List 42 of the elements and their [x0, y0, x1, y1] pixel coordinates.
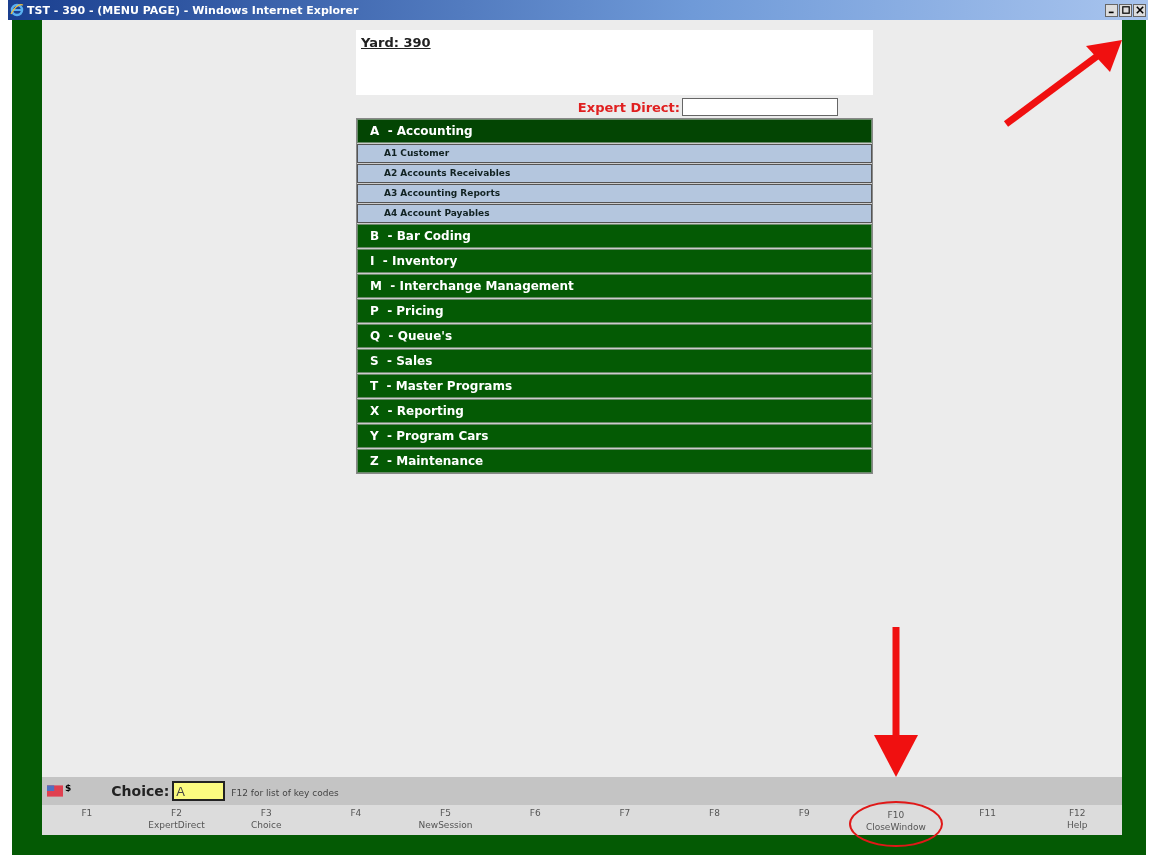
- close-icon: [1135, 6, 1144, 14]
- function-key[interactable]: F12 Help: [1032, 805, 1123, 835]
- function-key[interactable]: F11: [942, 805, 1033, 835]
- function-key[interactable]: F5 NewSession: [400, 805, 491, 835]
- hint-text: F12 for list of key codes: [231, 788, 339, 798]
- function-key[interactable]: F9: [759, 805, 850, 835]
- menu-header[interactable]: A - Accounting: [357, 119, 872, 143]
- menu-header[interactable]: P - Pricing: [357, 299, 872, 323]
- function-key[interactable]: F7: [580, 805, 670, 835]
- minimize-button[interactable]: [1105, 3, 1118, 17]
- choice-label: Choice:: [111, 783, 170, 799]
- function-key[interactable]: F1: [42, 805, 132, 835]
- function-key[interactable]: F4: [311, 805, 401, 835]
- function-key[interactable]: F3 Choice: [221, 805, 311, 835]
- menu-header[interactable]: S - Sales: [357, 349, 872, 373]
- menu-header[interactable]: T - Master Programs: [357, 374, 872, 398]
- menu-header[interactable]: X - Reporting: [357, 399, 872, 423]
- function-key[interactable]: F8: [669, 805, 760, 835]
- maximize-icon: [1121, 6, 1130, 14]
- flag-icon: [47, 785, 63, 797]
- expert-direct-label: Expert Direct:: [577, 99, 680, 115]
- menu-header[interactable]: Q - Queue's: [357, 324, 872, 348]
- menu-header[interactable]: Y - Program Cars: [357, 424, 872, 448]
- submenu-item[interactable]: A2 Accounts Receivables: [357, 164, 872, 183]
- browser-logo-icon: [10, 3, 24, 17]
- maximize-button[interactable]: [1119, 3, 1132, 17]
- yard-label: Yard: 390: [361, 35, 431, 50]
- window-title: TST - 390 - (MENU PAGE) - Windows Internet Explorer: [27, 3, 359, 17]
- submenu-item[interactable]: A3 Accounting Reports: [357, 184, 872, 203]
- currency-symbol: $: [65, 783, 72, 793]
- menu-header[interactable]: Z - Maintenance: [357, 449, 872, 473]
- menu-header[interactable]: M - Interchange Management: [357, 274, 872, 298]
- function-key[interactable]: F2 ExpertDirect: [131, 805, 222, 835]
- function-key[interactable]: F6: [490, 805, 581, 835]
- submenu-item[interactable]: A4 Account Payables: [357, 204, 872, 223]
- expert-direct-field[interactable]: [682, 98, 838, 116]
- menu-header[interactable]: B - Bar Coding: [357, 224, 872, 248]
- choice-field[interactable]: A: [172, 781, 226, 801]
- menu-header[interactable]: I - Inventory: [357, 249, 872, 273]
- function-key[interactable]: F10 CloseWindow: [849, 801, 943, 847]
- close-button[interactable]: [1133, 3, 1146, 17]
- submenu-item[interactable]: A1 Customer: [357, 144, 872, 163]
